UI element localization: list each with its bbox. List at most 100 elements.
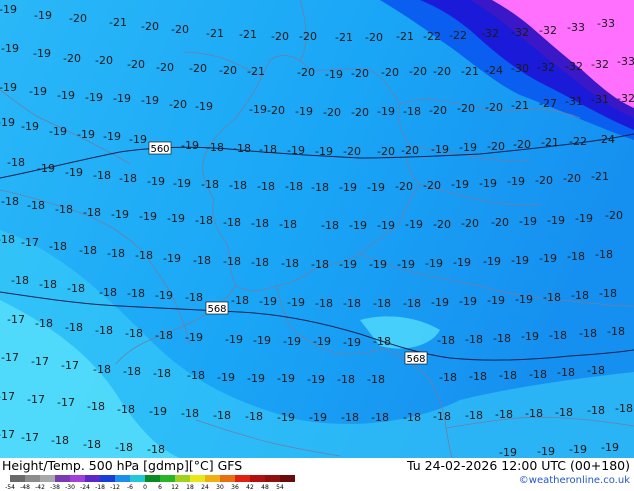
temperature-label: -19 <box>277 372 295 385</box>
colorbar-swatch <box>175 475 190 482</box>
temperature-label: -19 <box>349 219 367 232</box>
temperature-label: -19 <box>405 218 423 231</box>
temperature-label: -21 <box>541 136 559 149</box>
temperature-label: -20 <box>169 98 187 111</box>
temperature-label: -21 <box>591 170 609 183</box>
temperature-label: -18 <box>279 218 297 231</box>
temperature-label: -20 <box>351 106 369 119</box>
temperature-label: -20 <box>365 31 383 44</box>
colorbar-swatch <box>220 475 235 482</box>
temperature-label: -18 <box>1 195 19 208</box>
temperature-label: -18 <box>607 325 625 338</box>
temperature-label: -18 <box>7 156 25 169</box>
temperature-label: -18 <box>93 169 111 182</box>
temperature-label: -17 <box>27 393 45 406</box>
temperature-label: -18 <box>567 250 585 263</box>
colorbar-swatch <box>250 475 265 482</box>
temperature-label: -18 <box>233 142 251 155</box>
temperature-label: -19 <box>459 141 477 154</box>
temperature-colorbar: -54 -48 -42 -38 -30 -24 -18 -12 -6 0 6 12 18 24 30 36 42… <box>5 475 295 491</box>
temperature-label: -32 <box>591 58 609 71</box>
temperature-label: -19 <box>287 296 305 309</box>
temperature-label: -19 <box>325 68 343 81</box>
temperature-label: -18 <box>337 373 355 386</box>
temperature-label: -20 <box>487 140 505 153</box>
temperature-label: -17 <box>7 313 25 326</box>
temperature-label: -18 <box>135 249 153 262</box>
weather-map: -19 -19 -20 -21 -20 -20 -21 -21 -20 -20 -21 -20 -21-… <box>0 0 634 458</box>
temperature-label: -20 <box>189 62 207 75</box>
temperature-label: -21 <box>247 65 265 78</box>
temperature-label: -19 <box>173 177 191 190</box>
temperature-label: -19 <box>0 3 17 16</box>
temperature-label: -18 <box>257 180 275 193</box>
colorbar-swatch <box>100 475 115 482</box>
temperature-label: -18 <box>587 364 605 377</box>
temperature-label: -21 <box>461 65 479 78</box>
temperature-label: -21 <box>396 30 414 43</box>
temperature-label: -17 <box>0 428 15 441</box>
temperature-label: -20 <box>535 174 553 187</box>
temperature-label: -17 <box>61 359 79 372</box>
temperature-label: -18 <box>181 407 199 420</box>
temperature-label: -20 <box>297 66 315 79</box>
temperature-label: -18 <box>285 180 303 193</box>
temperature-label: -18 <box>147 443 165 456</box>
temperature-label: -20 <box>377 145 395 158</box>
temperature-label: -18 <box>557 366 575 379</box>
temperature-label: -19 <box>65 166 83 179</box>
temperature-label: -18 <box>251 256 269 269</box>
height-label-text: 568 <box>406 354 425 365</box>
temperature-label: -19 <box>49 125 67 138</box>
temperature-label: -18 <box>495 408 513 421</box>
temperature-label: -19 <box>181 139 199 152</box>
temperature-label: -22 <box>423 30 441 43</box>
temperature-label: -20 <box>491 216 509 229</box>
colorbar-swatch <box>190 475 205 482</box>
temperature-label: -19 <box>185 331 203 344</box>
temperature-label: -18 <box>153 367 171 380</box>
temperature-label: -20 <box>563 172 581 185</box>
colorbar-swatch <box>10 475 25 482</box>
temperature-label: -24 <box>485 64 503 77</box>
temperature-label: -19 <box>575 212 593 225</box>
temperature-label: -17 <box>0 390 15 403</box>
temperature-label: -21 <box>109 16 127 29</box>
temperature-label: -20 <box>485 101 503 114</box>
colorbar-swatch <box>115 475 130 482</box>
temperature-label: -18 <box>231 294 249 307</box>
temperature-label: -31 <box>565 95 583 108</box>
height-label: 568 <box>404 351 428 365</box>
temperature-label: -19 <box>487 294 505 307</box>
temperature-label: -19 <box>431 296 449 309</box>
temperature-label: -18 <box>87 400 105 413</box>
temperature-label: -18 <box>341 411 359 424</box>
credit-link[interactable]: ©weatheronline.co.uk <box>519 475 630 486</box>
temperature-label: -18 <box>187 369 205 382</box>
temperature-label: -18 <box>115 441 133 454</box>
temperature-label: -20 <box>433 65 451 78</box>
temperature-label: -18 <box>439 371 457 384</box>
temperature-label: -19 <box>37 162 55 175</box>
temperature-label: -18 <box>543 291 561 304</box>
temperature-label: -18 <box>123 365 141 378</box>
temperature-label: -18 <box>65 321 83 334</box>
temperature-label: -19 <box>397 258 415 271</box>
temperature-label: -32 <box>511 26 529 39</box>
temperature-label: -19 <box>111 208 129 221</box>
temperature-label: -19 <box>295 105 313 118</box>
temperature-label: -19 <box>511 254 529 267</box>
temperature-label: -18 <box>403 105 421 118</box>
temperature-label: -20 <box>513 138 531 151</box>
temperature-label: -19 <box>451 178 469 191</box>
temperature-label: -18 <box>185 291 203 304</box>
temperature-label: -18 <box>127 287 145 300</box>
temperature-label: -18 <box>195 214 213 227</box>
temperature-label: -18 <box>549 329 567 342</box>
temperature-label: -17 <box>21 431 39 444</box>
temperature-label: -18 <box>67 282 85 295</box>
temperature-label: -18 <box>281 257 299 270</box>
temperature-label: -20 <box>271 30 289 43</box>
temperature-label: -19 <box>253 334 271 347</box>
temperature-label: -18 <box>529 368 547 381</box>
